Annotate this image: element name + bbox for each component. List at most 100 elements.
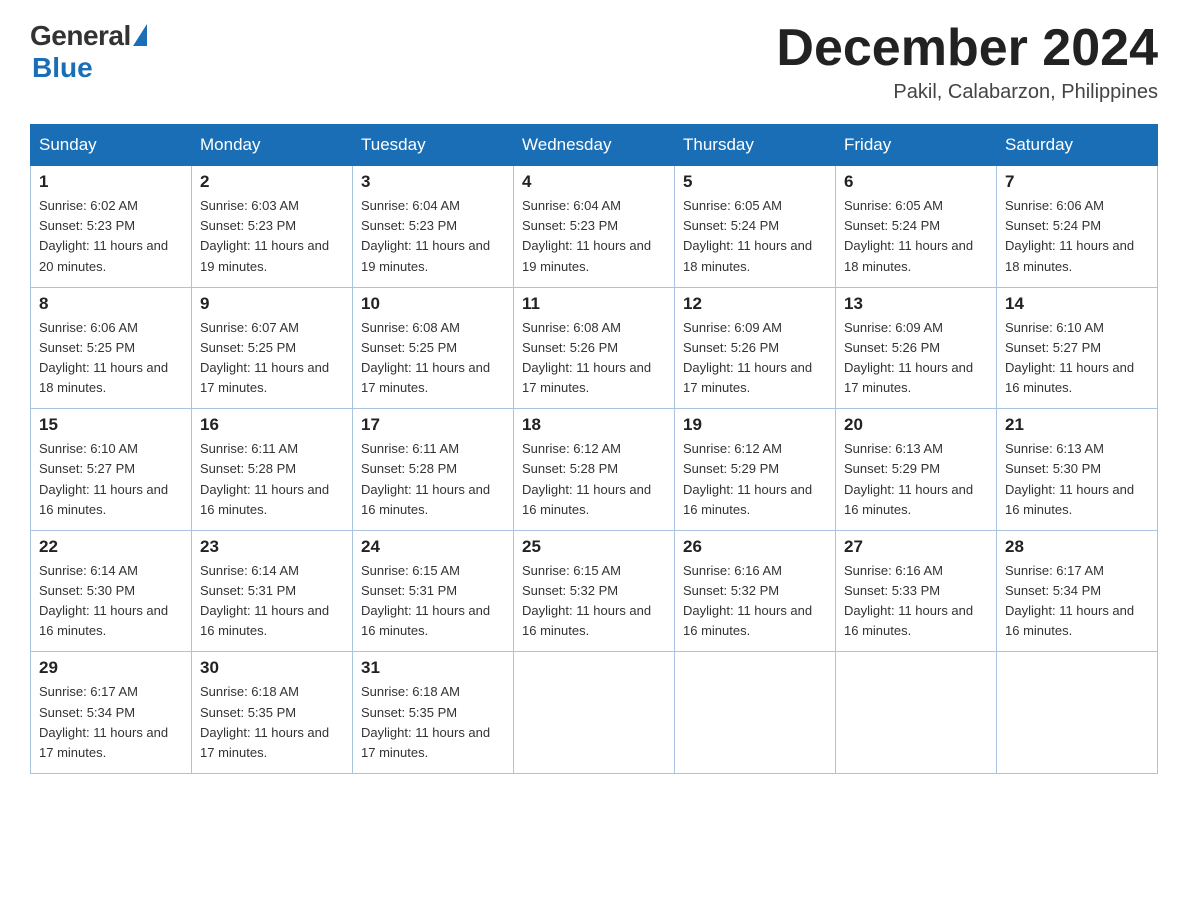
calendar-cell: 3 Sunrise: 6:04 AMSunset: 5:23 PMDayligh… (353, 166, 514, 288)
day-info: Sunrise: 6:16 AMSunset: 5:33 PMDaylight:… (844, 563, 973, 638)
day-info: Sunrise: 6:13 AMSunset: 5:30 PMDaylight:… (1005, 441, 1134, 516)
day-info: Sunrise: 6:12 AMSunset: 5:29 PMDaylight:… (683, 441, 812, 516)
day-number: 4 (522, 172, 666, 192)
calendar-cell: 9 Sunrise: 6:07 AMSunset: 5:25 PMDayligh… (192, 287, 353, 409)
month-title: December 2024 (776, 20, 1158, 77)
logo: General Blue (30, 20, 147, 84)
logo-blue-text: Blue (32, 52, 93, 84)
day-info: Sunrise: 6:04 AMSunset: 5:23 PMDaylight:… (361, 198, 490, 273)
calendar-cell: 12 Sunrise: 6:09 AMSunset: 5:26 PMDaylig… (675, 287, 836, 409)
day-number: 5 (683, 172, 827, 192)
calendar-cell: 28 Sunrise: 6:17 AMSunset: 5:34 PMDaylig… (997, 530, 1158, 652)
day-number: 20 (844, 415, 988, 435)
day-number: 27 (844, 537, 988, 557)
calendar-cell: 31 Sunrise: 6:18 AMSunset: 5:35 PMDaylig… (353, 652, 514, 774)
day-number: 31 (361, 658, 505, 678)
calendar-cell: 19 Sunrise: 6:12 AMSunset: 5:29 PMDaylig… (675, 409, 836, 531)
calendar-cell: 14 Sunrise: 6:10 AMSunset: 5:27 PMDaylig… (997, 287, 1158, 409)
day-number: 2 (200, 172, 344, 192)
day-info: Sunrise: 6:08 AMSunset: 5:25 PMDaylight:… (361, 320, 490, 395)
calendar-cell: 15 Sunrise: 6:10 AMSunset: 5:27 PMDaylig… (31, 409, 192, 531)
day-info: Sunrise: 6:05 AMSunset: 5:24 PMDaylight:… (683, 198, 812, 273)
column-header-sunday: Sunday (31, 125, 192, 166)
day-info: Sunrise: 6:14 AMSunset: 5:30 PMDaylight:… (39, 563, 168, 638)
day-number: 10 (361, 294, 505, 314)
calendar-cell: 5 Sunrise: 6:05 AMSunset: 5:24 PMDayligh… (675, 166, 836, 288)
day-info: Sunrise: 6:17 AMSunset: 5:34 PMDaylight:… (1005, 563, 1134, 638)
calendar-cell: 4 Sunrise: 6:04 AMSunset: 5:23 PMDayligh… (514, 166, 675, 288)
day-number: 6 (844, 172, 988, 192)
day-info: Sunrise: 6:14 AMSunset: 5:31 PMDaylight:… (200, 563, 329, 638)
day-info: Sunrise: 6:13 AMSunset: 5:29 PMDaylight:… (844, 441, 973, 516)
day-number: 3 (361, 172, 505, 192)
day-info: Sunrise: 6:05 AMSunset: 5:24 PMDaylight:… (844, 198, 973, 273)
calendar-cell: 27 Sunrise: 6:16 AMSunset: 5:33 PMDaylig… (836, 530, 997, 652)
day-number: 19 (683, 415, 827, 435)
day-number: 7 (1005, 172, 1149, 192)
calendar-cell: 13 Sunrise: 6:09 AMSunset: 5:26 PMDaylig… (836, 287, 997, 409)
day-number: 28 (1005, 537, 1149, 557)
calendar-cell: 29 Sunrise: 6:17 AMSunset: 5:34 PMDaylig… (31, 652, 192, 774)
day-number: 17 (361, 415, 505, 435)
calendar-cell: 7 Sunrise: 6:06 AMSunset: 5:24 PMDayligh… (997, 166, 1158, 288)
day-info: Sunrise: 6:17 AMSunset: 5:34 PMDaylight:… (39, 684, 168, 759)
calendar-cell: 18 Sunrise: 6:12 AMSunset: 5:28 PMDaylig… (514, 409, 675, 531)
day-info: Sunrise: 6:02 AMSunset: 5:23 PMDaylight:… (39, 198, 168, 273)
day-info: Sunrise: 6:10 AMSunset: 5:27 PMDaylight:… (1005, 320, 1134, 395)
calendar-cell: 2 Sunrise: 6:03 AMSunset: 5:23 PMDayligh… (192, 166, 353, 288)
day-info: Sunrise: 6:06 AMSunset: 5:25 PMDaylight:… (39, 320, 168, 395)
page-header: General Blue December 2024 Pakil, Calaba… (30, 20, 1158, 104)
calendar-cell: 6 Sunrise: 6:05 AMSunset: 5:24 PMDayligh… (836, 166, 997, 288)
day-number: 8 (39, 294, 183, 314)
day-number: 1 (39, 172, 183, 192)
calendar-header-row: SundayMondayTuesdayWednesdayThursdayFrid… (31, 125, 1158, 166)
day-info: Sunrise: 6:09 AMSunset: 5:26 PMDaylight:… (683, 320, 812, 395)
day-number: 29 (39, 658, 183, 678)
calendar-cell: 8 Sunrise: 6:06 AMSunset: 5:25 PMDayligh… (31, 287, 192, 409)
calendar-cell (675, 652, 836, 774)
column-header-saturday: Saturday (997, 125, 1158, 166)
column-header-thursday: Thursday (675, 125, 836, 166)
title-section: December 2024 Pakil, Calabarzon, Philipp… (776, 20, 1158, 104)
day-info: Sunrise: 6:08 AMSunset: 5:26 PMDaylight:… (522, 320, 651, 395)
day-info: Sunrise: 6:07 AMSunset: 5:25 PMDaylight:… (200, 320, 329, 395)
day-number: 21 (1005, 415, 1149, 435)
day-info: Sunrise: 6:15 AMSunset: 5:32 PMDaylight:… (522, 563, 651, 638)
calendar-week-row: 22 Sunrise: 6:14 AMSunset: 5:30 PMDaylig… (31, 530, 1158, 652)
calendar-cell: 20 Sunrise: 6:13 AMSunset: 5:29 PMDaylig… (836, 409, 997, 531)
day-info: Sunrise: 6:12 AMSunset: 5:28 PMDaylight:… (522, 441, 651, 516)
day-number: 16 (200, 415, 344, 435)
calendar-cell (514, 652, 675, 774)
calendar-cell: 25 Sunrise: 6:15 AMSunset: 5:32 PMDaylig… (514, 530, 675, 652)
calendar-cell: 21 Sunrise: 6:13 AMSunset: 5:30 PMDaylig… (997, 409, 1158, 531)
day-number: 18 (522, 415, 666, 435)
column-header-tuesday: Tuesday (353, 125, 514, 166)
column-header-wednesday: Wednesday (514, 125, 675, 166)
day-number: 26 (683, 537, 827, 557)
calendar-cell: 1 Sunrise: 6:02 AMSunset: 5:23 PMDayligh… (31, 166, 192, 288)
calendar-cell: 23 Sunrise: 6:14 AMSunset: 5:31 PMDaylig… (192, 530, 353, 652)
day-info: Sunrise: 6:16 AMSunset: 5:32 PMDaylight:… (683, 563, 812, 638)
calendar-week-row: 8 Sunrise: 6:06 AMSunset: 5:25 PMDayligh… (31, 287, 1158, 409)
day-number: 24 (361, 537, 505, 557)
calendar-cell: 11 Sunrise: 6:08 AMSunset: 5:26 PMDaylig… (514, 287, 675, 409)
calendar-week-row: 1 Sunrise: 6:02 AMSunset: 5:23 PMDayligh… (31, 166, 1158, 288)
calendar-cell (836, 652, 997, 774)
day-number: 23 (200, 537, 344, 557)
logo-triangle-icon (133, 24, 147, 46)
calendar-cell: 17 Sunrise: 6:11 AMSunset: 5:28 PMDaylig… (353, 409, 514, 531)
calendar-cell: 10 Sunrise: 6:08 AMSunset: 5:25 PMDaylig… (353, 287, 514, 409)
day-info: Sunrise: 6:03 AMSunset: 5:23 PMDaylight:… (200, 198, 329, 273)
calendar-cell: 16 Sunrise: 6:11 AMSunset: 5:28 PMDaylig… (192, 409, 353, 531)
day-number: 22 (39, 537, 183, 557)
day-info: Sunrise: 6:18 AMSunset: 5:35 PMDaylight:… (361, 684, 490, 759)
location-text: Pakil, Calabarzon, Philippines (776, 81, 1158, 104)
day-number: 12 (683, 294, 827, 314)
day-info: Sunrise: 6:18 AMSunset: 5:35 PMDaylight:… (200, 684, 329, 759)
calendar-cell: 30 Sunrise: 6:18 AMSunset: 5:35 PMDaylig… (192, 652, 353, 774)
calendar-week-row: 15 Sunrise: 6:10 AMSunset: 5:27 PMDaylig… (31, 409, 1158, 531)
day-info: Sunrise: 6:10 AMSunset: 5:27 PMDaylight:… (39, 441, 168, 516)
logo-general-text: General (30, 20, 131, 52)
day-number: 14 (1005, 294, 1149, 314)
calendar-cell: 26 Sunrise: 6:16 AMSunset: 5:32 PMDaylig… (675, 530, 836, 652)
